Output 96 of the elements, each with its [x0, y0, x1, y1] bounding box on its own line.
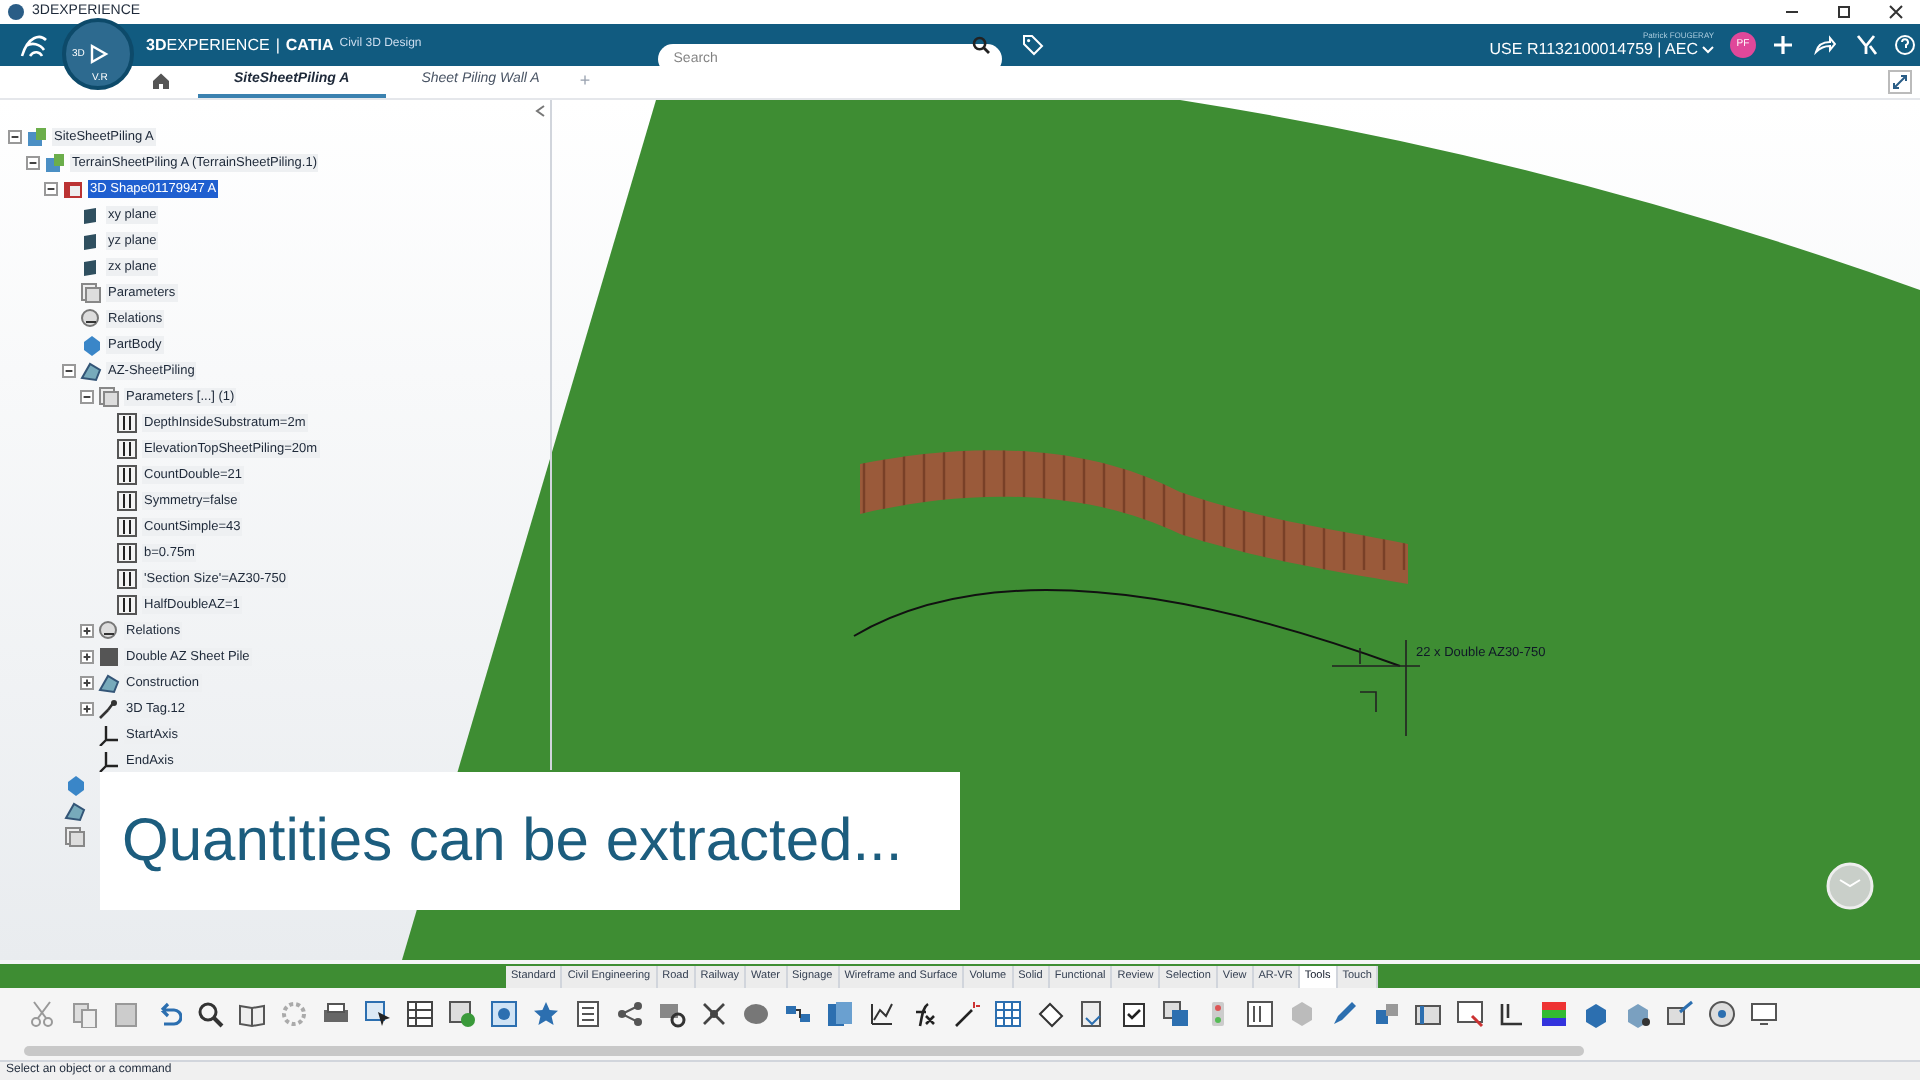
- play-icon: [86, 42, 110, 66]
- parameter-icon: [116, 438, 138, 460]
- home-icon[interactable]: [152, 72, 170, 90]
- scrollbar-thumb[interactable]: [24, 1045, 1584, 1055]
- set-icon: [64, 800, 86, 822]
- document-icon[interactable]: [1078, 1000, 1106, 1028]
- capture-icon[interactable]: [490, 1000, 518, 1028]
- share-nodes-icon[interactable]: [616, 1000, 644, 1028]
- parameter-icon: [116, 464, 138, 486]
- list-icon[interactable]: [574, 1000, 602, 1028]
- axis-icon: [98, 750, 120, 772]
- analysis-icon[interactable]: [1624, 1000, 1652, 1028]
- solid-icon: [98, 646, 120, 668]
- plus-icon[interactable]: [1772, 34, 1794, 56]
- share-icon[interactable]: [1814, 34, 1836, 56]
- formula-icon[interactable]: [910, 1000, 938, 1028]
- restore-icon[interactable]: [1836, 4, 1852, 20]
- collapse-node-icon[interactable]: [26, 156, 40, 170]
- collapse-node-icon[interactable]: [62, 364, 76, 378]
- pages-icon[interactable]: [826, 1000, 854, 1028]
- settings-icon[interactable]: [658, 1000, 686, 1028]
- brand-name: 3DEXPERIENCE: [146, 33, 270, 57]
- plane-icon: [80, 204, 102, 226]
- set-icon: [98, 672, 120, 694]
- parameter-icon: [116, 542, 138, 564]
- table-icon[interactable]: [406, 1000, 434, 1028]
- relations-icon: [80, 308, 102, 330]
- copy-icon[interactable]: [70, 1000, 98, 1028]
- monitor-icon[interactable]: [1750, 1000, 1778, 1028]
- cursor-icon[interactable]: [364, 1000, 392, 1028]
- tag-icon: [98, 698, 120, 720]
- measure-icon[interactable]: [1498, 1000, 1526, 1028]
- grid-icon[interactable]: [994, 1000, 1022, 1028]
- folder-icon: [64, 826, 86, 848]
- product-icon: [44, 152, 66, 174]
- printer-icon[interactable]: [322, 1000, 350, 1028]
- graph-icon[interactable]: [868, 1000, 896, 1028]
- zoom-icon[interactable]: [196, 1000, 224, 1028]
- close-icon[interactable]: [1888, 4, 1904, 20]
- panel-icon[interactable]: [1414, 1000, 1442, 1028]
- body-icon: [64, 774, 86, 796]
- parameter-icon: [116, 412, 138, 434]
- parameter-icon: [116, 516, 138, 538]
- collapse-node-icon[interactable]: [8, 130, 22, 144]
- collapse-icon[interactable]: [1888, 70, 1912, 94]
- network-icon[interactable]: [700, 1000, 728, 1028]
- compass-widget[interactable]: [1826, 862, 1874, 910]
- checklist-icon[interactable]: [1120, 1000, 1148, 1028]
- window-icon[interactable]: [1456, 1000, 1484, 1028]
- relations-icon: [98, 620, 120, 642]
- tag-icon[interactable]: [1021, 34, 1044, 56]
- disc-icon[interactable]: [1708, 1000, 1736, 1028]
- body-icon: [80, 334, 102, 356]
- collapse-node-icon[interactable]: [44, 182, 58, 196]
- collapse-panel-button[interactable]: [534, 104, 546, 118]
- wand-icon[interactable]: [952, 1000, 980, 1028]
- color-cube-icon[interactable]: [1540, 1000, 1568, 1028]
- product-icon: [26, 126, 48, 148]
- caption-text: Quantities can be extracted...: [122, 806, 903, 878]
- caret-icon: [1702, 46, 1714, 54]
- help-icon[interactable]: [1894, 34, 1916, 56]
- ds-logo-icon[interactable]: [16, 31, 52, 59]
- parameters-icon: [80, 282, 102, 304]
- paste-icon[interactable]: [112, 1000, 140, 1028]
- parameter-icon: [116, 568, 138, 590]
- globe-icon[interactable]: [448, 1000, 476, 1028]
- sphere-icon[interactable]: [742, 1000, 770, 1028]
- context-dropdown[interactable]: USE R1132100014759 | AEC: [1489, 40, 1714, 60]
- scissors-icon[interactable]: [28, 1000, 56, 1028]
- axis-icon: [98, 724, 120, 746]
- pencil-icon[interactable]: [1330, 1000, 1358, 1028]
- layers-icon[interactable]: [1162, 1000, 1190, 1028]
- parts-icon[interactable]: [1372, 1000, 1400, 1028]
- book-icon[interactable]: [238, 1000, 266, 1028]
- collapse-node-icon[interactable]: [80, 390, 94, 404]
- parameters-icon: [98, 386, 120, 408]
- parameter-icon: [116, 490, 138, 512]
- app-name: CATIA: [285, 33, 334, 57]
- expand-node-icon[interactable]: [80, 624, 94, 638]
- expand-node-icon[interactable]: [80, 702, 94, 716]
- set-icon: [80, 360, 102, 382]
- parameter-icon: [116, 594, 138, 616]
- star-icon[interactable]: [532, 1000, 560, 1028]
- expand-node-icon[interactable]: [80, 650, 94, 664]
- search-icon[interactable]: [971, 36, 990, 54]
- assembly-icon[interactable]: [1582, 1000, 1610, 1028]
- shape-icon: [62, 178, 84, 200]
- plane-icon: [80, 256, 102, 278]
- diagram-icon[interactable]: [784, 1000, 812, 1028]
- divider-text: |: [275, 33, 280, 57]
- expand-node-icon[interactable]: [80, 676, 94, 690]
- chevron-left-icon: [534, 104, 546, 118]
- plane-icon: [80, 230, 102, 252]
- export-icon[interactable]: [1666, 1000, 1694, 1028]
- tools-icon[interactable]: [1856, 34, 1878, 56]
- app-logo-icon: [8, 4, 24, 20]
